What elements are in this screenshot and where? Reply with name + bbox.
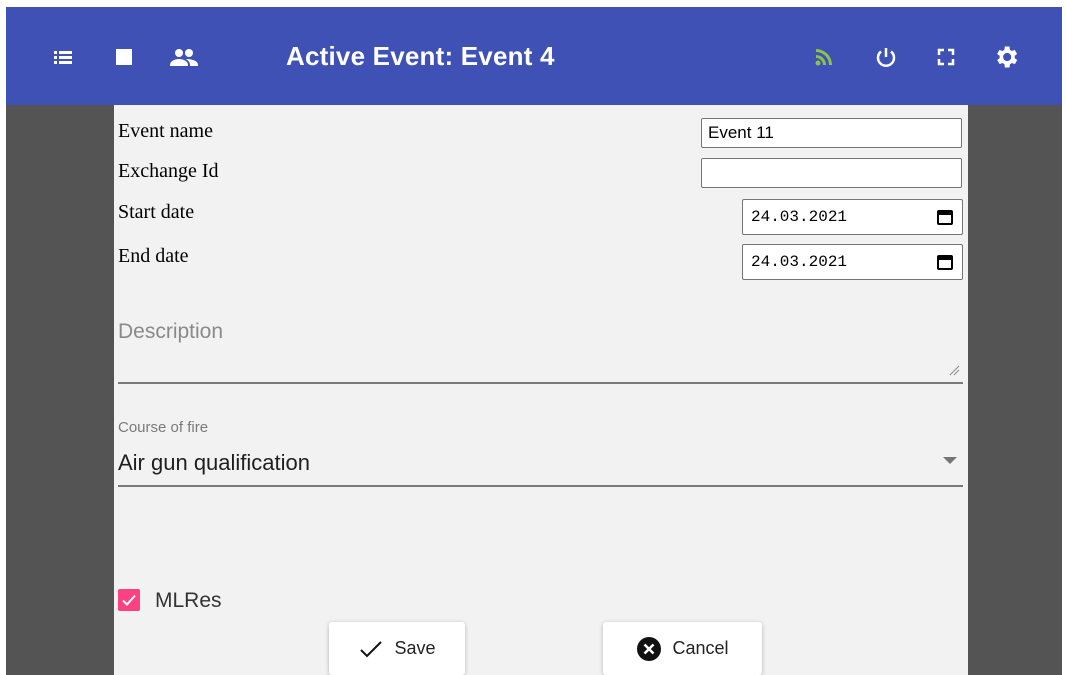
- left-gutter: [6, 105, 114, 675]
- description-field[interactable]: Description: [118, 320, 223, 344]
- mlres-label[interactable]: MLRes: [155, 589, 222, 613]
- app-bar: Active Event: Event 4: [6, 7, 1062, 105]
- calendar-icon[interactable]: [936, 208, 954, 226]
- rss-icon[interactable]: [812, 45, 836, 69]
- description-underline: [118, 382, 963, 384]
- start-date-value: 24.03.2021: [751, 208, 848, 226]
- people-icon[interactable]: [168, 45, 200, 69]
- mlres-checkbox[interactable]: [118, 589, 140, 611]
- gear-icon[interactable]: [992, 45, 1020, 69]
- exchange-id-label: Exchange Id: [118, 160, 219, 182]
- stop-icon[interactable]: [112, 45, 136, 69]
- fullscreen-icon[interactable]: [934, 45, 958, 69]
- calendar-icon[interactable]: [936, 253, 954, 271]
- resize-handle-icon[interactable]: [948, 364, 960, 376]
- dropdown-arrow-icon[interactable]: [943, 457, 957, 464]
- exchange-id-field[interactable]: [701, 158, 962, 188]
- check-icon: [360, 640, 383, 657]
- power-icon[interactable]: [874, 45, 898, 69]
- end-date-label: End date: [118, 245, 189, 267]
- start-date-label: Start date: [118, 201, 195, 223]
- save-button[interactable]: Save: [329, 622, 465, 675]
- cancel-button-label: Cancel: [672, 638, 729, 658]
- check-icon: [122, 594, 136, 606]
- course-of-fire-underline: [118, 485, 963, 487]
- window-right-edge: [1062, 7, 1066, 675]
- end-date-field[interactable]: 24.03.2021: [742, 244, 963, 280]
- event-name-label: Event name: [118, 120, 213, 142]
- course-of-fire-label: Course of fire: [118, 419, 209, 436]
- cancel-button[interactable]: Cancel: [603, 622, 762, 675]
- event-name-field[interactable]: [701, 118, 962, 148]
- event-form-panel: [114, 105, 968, 675]
- start-date-field[interactable]: 24.03.2021: [742, 199, 963, 235]
- course-of-fire-select[interactable]: Air gun qualification: [118, 450, 310, 476]
- end-date-value: 24.03.2021: [751, 253, 848, 271]
- cancel-icon: [637, 636, 662, 661]
- save-button-label: Save: [394, 638, 436, 658]
- window-top-strip: [0, 0, 1066, 7]
- right-gutter: [968, 105, 1062, 675]
- page-title: Active Event: Event 4: [286, 41, 555, 71]
- list-icon[interactable]: [51, 45, 75, 69]
